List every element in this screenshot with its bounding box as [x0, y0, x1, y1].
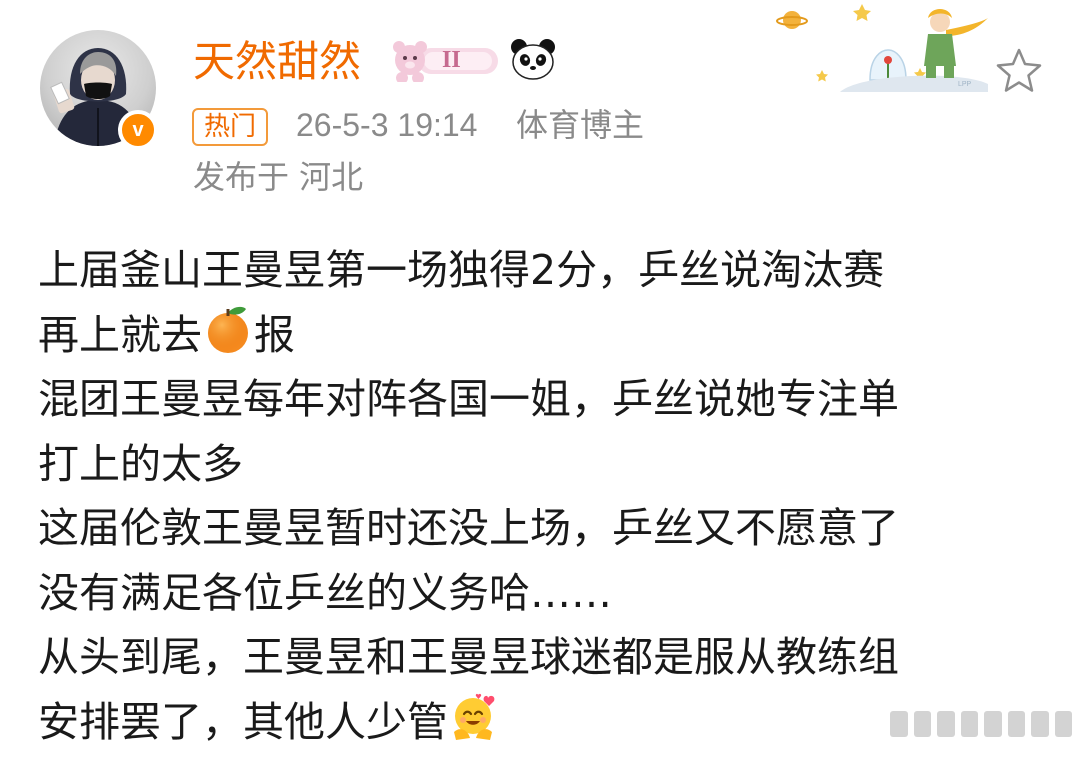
- post-location: 发布于 河北: [193, 156, 363, 198]
- pagination-segment: [1031, 711, 1049, 737]
- post-line-text: 报: [254, 311, 295, 359]
- image-pagination-bar: [890, 711, 1072, 737]
- hot-tag: 热门: [192, 108, 268, 146]
- pagination-segment: [937, 711, 955, 737]
- pagination-segment: [890, 711, 908, 737]
- panda-icon: [510, 38, 556, 80]
- post-line: 打上的太多: [38, 432, 1058, 497]
- verified-badge: v: [118, 110, 158, 150]
- badge-text: II: [442, 46, 461, 74]
- post-line: 这届伦敦王曼昱暂时还没上场，乒丝又不愿意了: [38, 496, 1058, 561]
- favorite-star-icon[interactable]: [994, 46, 1044, 96]
- post-line: 没有满足各位乒丝的义务哈……: [38, 561, 1058, 626]
- hug-emoji-icon: [448, 692, 498, 760]
- pagination-segment: [914, 711, 932, 737]
- post-line: 上届釜山王曼昱第一场独得2分，乒丝说淘汰赛: [38, 238, 1058, 303]
- post-line: 从头到尾，王曼昱和王曼昱球迷都是服从教练组: [38, 625, 1058, 690]
- pagination-segment: [961, 711, 979, 737]
- pagination-segment: [1008, 711, 1026, 737]
- post-time: 26-5-3 19:14: [296, 104, 477, 146]
- post-line-text: 安排罢了，其他人少管: [38, 698, 448, 746]
- post-line: 再上就去 报: [38, 303, 1058, 368]
- bear-badge-icon: II: [388, 38, 500, 82]
- post-line: 混团王曼昱每年对阵各国一姐，乒丝说她专注单: [38, 367, 1058, 432]
- author-name[interactable]: 天然甜然: [193, 36, 361, 88]
- post-body: 上届釜山王曼昱第一场独得2分，乒丝说淘汰赛 再上就去 报 混团王曼昱每年对阵各国…: [38, 238, 1058, 754]
- svg-text:LPP: LPP: [958, 81, 972, 88]
- pagination-segment: [1055, 711, 1073, 737]
- author-role: 体育博主: [516, 104, 644, 146]
- little-prince-decoration-icon: LPP: [770, 0, 990, 92]
- post-line-text: 再上就去: [38, 311, 202, 359]
- pagination-segment: [984, 711, 1002, 737]
- orange-emoji-icon: [202, 303, 254, 374]
